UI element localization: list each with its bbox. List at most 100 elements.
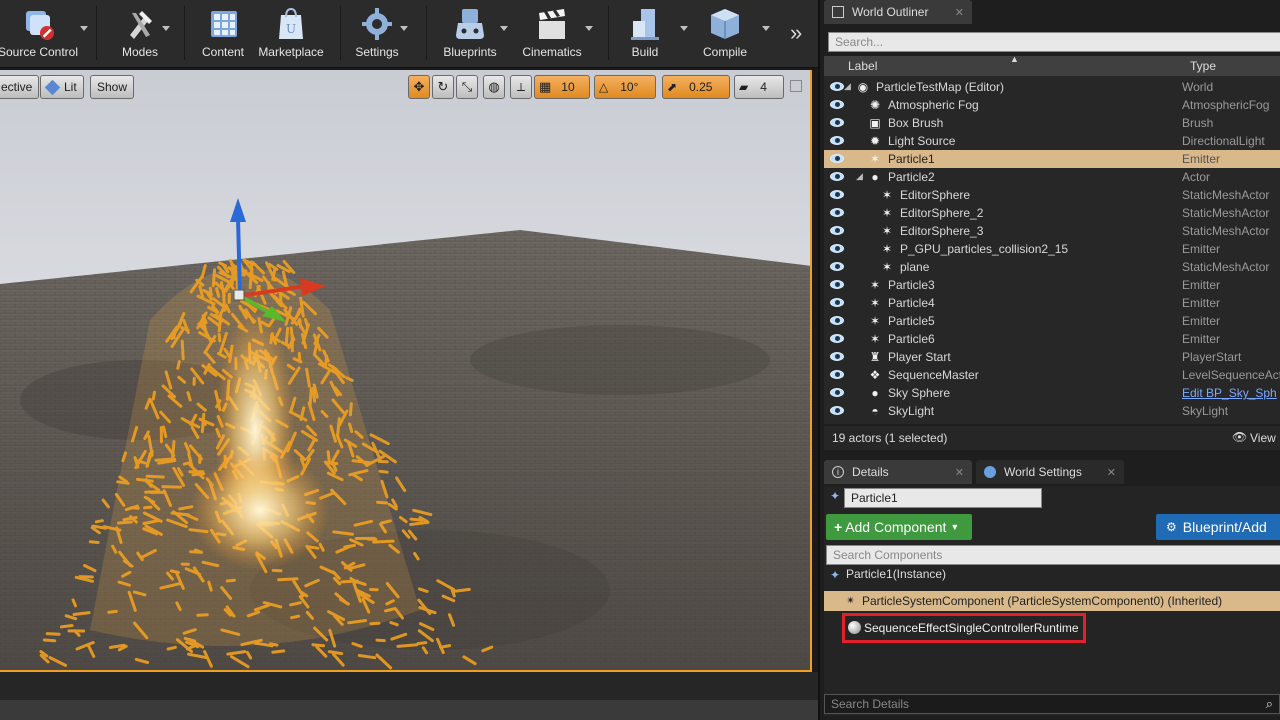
content-button[interactable]: Content [194, 0, 252, 64]
marketplace-button[interactable]: U Marketplace [256, 0, 326, 64]
viewport-scene[interactable] [0, 70, 812, 672]
visibility-eye-icon[interactable] [830, 190, 844, 199]
perspective-view-button[interactable]: ective [0, 75, 40, 99]
build-button[interactable]: Build [620, 0, 670, 64]
visibility-eye-icon[interactable] [830, 334, 844, 343]
visibility-eye-icon[interactable] [830, 370, 844, 379]
lit-view-mode-button[interactable]: Lit [40, 75, 84, 99]
outliner-row[interactable]: ✶ P_GPU_particles_collision2_15 Emitter [824, 240, 1280, 258]
outliner-row[interactable]: ✶ Particle1 Emitter [824, 150, 1280, 168]
visibility-eye-icon[interactable] [830, 316, 844, 325]
outliner-row[interactable]: ✹ Light Source DirectionalLight [824, 132, 1280, 150]
actor-name-input[interactable]: Particle1 [844, 488, 1042, 508]
translate-mode-button[interactable]: ✥ [408, 75, 430, 99]
visibility-eye-icon[interactable] [830, 262, 844, 271]
modes-button[interactable]: Modes [110, 0, 170, 64]
outliner-row[interactable]: ◢ ● Particle2 Actor [824, 168, 1280, 186]
search-details-input[interactable]: Search Details ⌕ [824, 694, 1280, 714]
outliner-row-type-link[interactable]: Edit BP_Sky_Sph [1182, 386, 1277, 400]
add-component-button[interactable]: + Add Component ▼ [826, 514, 972, 540]
outliner-row[interactable]: ✶ Particle5 Emitter [824, 312, 1280, 330]
outliner-row[interactable]: ◓ SkyLight SkyLight [824, 402, 1280, 420]
outliner-row[interactable]: ✺ Atmospheric Fog AtmosphericFog [824, 96, 1280, 114]
tab-world-outliner[interactable]: World Outliner ✕ [824, 0, 972, 24]
visibility-eye-icon[interactable] [830, 280, 844, 289]
modes-dropdown-arrow[interactable] [162, 26, 170, 31]
expand-arrow-icon[interactable]: ◢ [844, 81, 851, 92]
blueprints-button[interactable]: Blueprints [440, 0, 500, 64]
toolbar-overflow-chevron-icon[interactable]: » [790, 20, 802, 46]
compile-button[interactable]: Compile [700, 0, 750, 64]
outliner-row[interactable]: ✶ EditorSphere_3 StaticMeshActor [824, 222, 1280, 240]
visibility-eye-icon[interactable] [830, 82, 844, 91]
outliner-row[interactable]: ✶ Particle3 Emitter [824, 276, 1280, 294]
visibility-eye-icon[interactable] [830, 406, 844, 415]
visibility-eye-icon[interactable] [830, 298, 844, 307]
maximize-viewport-icon[interactable] [790, 80, 802, 92]
camera-speed-button[interactable]: ▰ 4 [734, 75, 784, 99]
visibility-eye-icon[interactable] [830, 154, 844, 163]
outliner-row[interactable]: ✶ plane StaticMeshActor [824, 258, 1280, 276]
outliner-row[interactable]: ♜ Player Start PlayerStart [824, 348, 1280, 366]
settings-label: Settings [355, 45, 399, 59]
surface-snap-button[interactable]: ⟂ [510, 75, 532, 99]
close-icon[interactable]: ✕ [955, 6, 964, 19]
outliner-row[interactable]: ❖ SequenceMaster LevelSequenceAct [824, 366, 1280, 384]
visibility-eye-icon[interactable] [830, 388, 844, 397]
outliner-row[interactable]: ✶ Particle6 Emitter [824, 330, 1280, 348]
component-row[interactable]: ✴ ParticleSystemComponent (ParticleSyste… [824, 591, 1280, 611]
build-dropdown-arrow[interactable] [680, 26, 688, 31]
visibility-eye-icon[interactable] [830, 172, 844, 181]
camera-speed-value: 4 [760, 80, 767, 94]
world-local-toggle[interactable]: ◍ [483, 75, 505, 99]
instance-label[interactable]: Particle1(Instance) [846, 567, 946, 581]
visibility-eye-icon[interactable] [830, 352, 844, 361]
scale-mode-button[interactable]: ⤡ [456, 75, 478, 99]
settings-button[interactable]: Settings [350, 0, 404, 64]
column-header-type[interactable]: Type [1190, 59, 1216, 73]
rotate-mode-button[interactable]: ↻ [432, 75, 454, 99]
outliner-tree[interactable]: Label ▲ Type ◢ ◉ ParticleTestMap (Editor) W… [824, 54, 1280, 424]
outliner-tab-icon [832, 6, 844, 18]
expand-arrow-icon[interactable]: ◢ [856, 171, 863, 182]
particle-streak [143, 505, 153, 510]
outliner-row[interactable]: ✶ EditorSphere_2 StaticMeshActor [824, 204, 1280, 222]
outliner-row-label: Particle6 [888, 332, 935, 346]
level-viewport[interactable]: ective Lit Show ✥ ↻ ⤡ ◍ ⟂ ▦ 10 △ 10° ⬈ 0… [0, 70, 812, 672]
details-tab-label: Details [852, 465, 889, 479]
settings-dropdown-arrow[interactable] [400, 26, 408, 31]
grid-snap-toggle[interactable]: ▦ 10 [534, 75, 590, 99]
visibility-eye-icon[interactable] [830, 226, 844, 235]
close-icon[interactable]: ✕ [1107, 466, 1116, 479]
cinematics-dropdown-arrow[interactable] [585, 26, 593, 31]
scale-snap-toggle[interactable]: ⬈ 0.25 [662, 75, 730, 99]
outliner-row[interactable]: ▣ Box Brush Brush [824, 114, 1280, 132]
blueprint-add-script-button[interactable]: ⚙ Blueprint/Add [1156, 514, 1280, 540]
outliner-row[interactable]: ◢ ◉ ParticleTestMap (Editor) World [824, 78, 1280, 96]
visibility-eye-icon[interactable] [830, 244, 844, 253]
visibility-eye-icon[interactable] [830, 100, 844, 109]
blueprints-dropdown-arrow[interactable] [500, 26, 508, 31]
outliner-search-input[interactable]: Search... [828, 32, 1280, 52]
outliner-row[interactable]: ✶ EditorSphere StaticMeshActor [824, 186, 1280, 204]
view-options-label[interactable]: View [1250, 431, 1276, 445]
outliner-row[interactable]: ✶ Particle4 Emitter [824, 294, 1280, 312]
tab-world-settings[interactable]: World Settings ✕ [976, 460, 1124, 484]
source-control-dropdown-arrow[interactable] [80, 26, 88, 31]
visibility-eye-icon[interactable] [830, 118, 844, 127]
tab-details[interactable]: i Details ✕ [824, 460, 972, 484]
show-flags-button[interactable]: Show [90, 75, 135, 99]
outliner-row[interactable]: ● Sky Sphere Edit BP_Sky_Sph [824, 384, 1280, 402]
view-options-icon[interactable]: 👁 [1232, 430, 1247, 444]
visibility-eye-icon[interactable] [830, 136, 844, 145]
column-header-label[interactable]: Label [848, 59, 877, 73]
close-icon[interactable]: ✕ [955, 466, 964, 479]
sequence-component-row[interactable]: SequenceEffectSingleControllerRuntime [842, 613, 1086, 643]
search-components-input[interactable]: Search Components [826, 545, 1280, 565]
source-control-button[interactable]: Source Control [0, 0, 82, 64]
outliner-search-placeholder: Search... [835, 35, 884, 49]
cinematics-button[interactable]: Cinematics [520, 0, 584, 64]
rotation-snap-toggle[interactable]: △ 10° [594, 75, 656, 99]
visibility-eye-icon[interactable] [830, 208, 844, 217]
compile-dropdown-arrow[interactable] [762, 26, 770, 31]
